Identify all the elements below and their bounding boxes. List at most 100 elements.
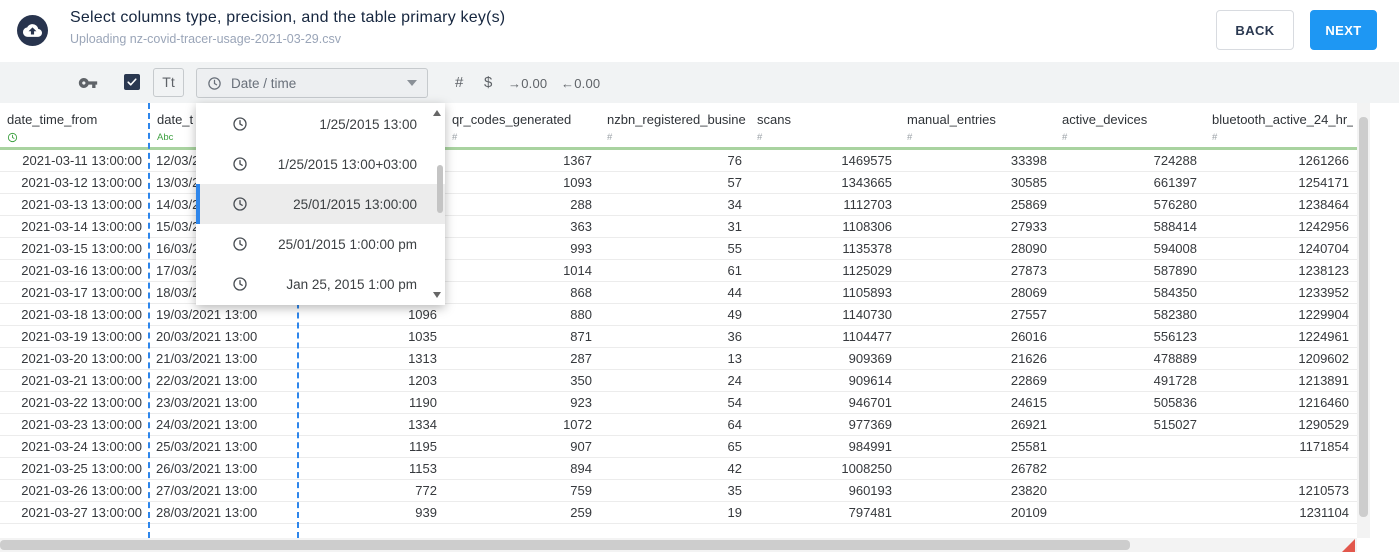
scroll-up-arrow-icon[interactable]: [433, 110, 441, 116]
text-type-button[interactable]: Tt: [153, 68, 184, 97]
table-cell: 1254171: [1298, 175, 1349, 190]
table-cell: 54: [727, 395, 742, 410]
column-header-scans[interactable]: scans #: [750, 103, 900, 150]
table-cell: 34: [727, 197, 742, 212]
currency-type-button[interactable]: $: [484, 74, 492, 91]
dropdown-item-label: Jan 25, 2015 1:00 pm: [286, 276, 417, 292]
table-cell: 1203: [408, 373, 437, 388]
table-cell: 22869: [1010, 373, 1047, 388]
table-cell: 1242956: [1298, 219, 1349, 234]
table-cell: 797481: [848, 505, 892, 520]
column-name: manual_entries: [907, 112, 996, 127]
column-header-bluetooth_active_24_hr_[interactable]: bluetooth_active_24_hr_ #: [1205, 103, 1357, 150]
table-cell: 907: [570, 439, 592, 454]
column-header-qr_codes_generated[interactable]: qr_codes_generated #: [445, 103, 600, 150]
dropdown-item[interactable]: 25/01/2015 1:00:00 pm: [196, 224, 445, 264]
table-cell: 587890: [1153, 263, 1197, 278]
table-cell: 44: [727, 285, 742, 300]
scroll-down-arrow-icon[interactable]: [433, 292, 441, 298]
table-row: 2021-03-19 13:00:00 20/03/2021 13:00 1035 8…: [0, 326, 1357, 348]
vertical-scrollbar-thumb[interactable]: [1359, 117, 1368, 517]
table-cell: 1108306: [842, 219, 892, 234]
back-button[interactable]: BACK: [1216, 10, 1294, 50]
table-cell: 1096: [408, 307, 437, 322]
increase-decimal-button[interactable]: →0.00: [508, 76, 547, 91]
upload-status: Uploading nz-covid-tracer-usage-2021-03-…: [70, 32, 341, 46]
table-cell: 1334: [408, 417, 437, 432]
table-cell: 27873: [1010, 263, 1047, 278]
horizontal-scrollbar[interactable]: [0, 538, 1357, 552]
table-cell: 515027: [1153, 417, 1197, 432]
table-cell: 1233952: [1298, 285, 1349, 300]
column-type-label: #: [907, 132, 913, 143]
vertical-scrollbar[interactable]: [1357, 103, 1370, 538]
table-cell: 909614: [848, 373, 892, 388]
table-cell: 21/03/2021 13:00: [156, 351, 258, 366]
table-cell: 2021-03-15 13:00:00: [21, 241, 142, 256]
table-cell: 2021-03-16 13:00:00: [21, 263, 142, 278]
table-cell: 350: [570, 373, 592, 388]
next-button[interactable]: NEXT: [1310, 10, 1377, 50]
number-type-button[interactable]: #: [455, 74, 463, 91]
primary-key-toggle[interactable]: [78, 73, 98, 93]
table-cell: 1231104: [1299, 505, 1349, 520]
table-cell: 27557: [1010, 307, 1047, 322]
table-cell: 880: [570, 307, 592, 322]
table-cell: 1367: [563, 153, 592, 168]
column-include-checkbox[interactable]: [124, 74, 140, 90]
column-header-active_devices[interactable]: active_devices #: [1055, 103, 1205, 150]
table-cell: 26/03/2021 13:00: [156, 461, 258, 476]
table-cell: 28090: [1010, 241, 1047, 256]
dropdown-scrollbar-thumb[interactable]: [437, 165, 443, 213]
table-cell: 26016: [1010, 329, 1047, 344]
table-cell: 65: [727, 439, 742, 454]
table-cell: 49: [727, 307, 742, 322]
table-cell: 2021-03-20 13:00:00: [21, 351, 142, 366]
table-cell: 1072: [563, 417, 592, 432]
table-cell: 1195: [409, 439, 437, 454]
table-cell: 26782: [1010, 461, 1047, 476]
upload-cloud-icon: [23, 24, 42, 37]
date-format-select[interactable]: Date / time: [196, 68, 428, 98]
horizontal-scrollbar-thumb[interactable]: [0, 540, 1130, 550]
table-cell: 2021-03-18 13:00:00: [21, 307, 142, 322]
topbar: Select columns type, precision, and the …: [0, 0, 1399, 62]
dropdown-item[interactable]: 25/01/2015 13:00:00: [196, 184, 445, 224]
table-cell: 2021-03-14 13:00:00: [21, 219, 142, 234]
table-cell: 2021-03-19 13:00:00: [21, 329, 142, 344]
table-cell: 594008: [1153, 241, 1197, 256]
table-cell: 27933: [1010, 219, 1047, 234]
corner-alert-triangle: [1342, 539, 1355, 552]
dropdown-item[interactable]: 1/25/2015 13:00+03:00: [196, 144, 445, 184]
table-cell: 76: [727, 153, 742, 168]
column-type-label: #: [1212, 132, 1218, 143]
table-cell: 1125029: [842, 263, 892, 278]
table-cell: 1313: [408, 351, 437, 366]
dropdown-item[interactable]: Jan 25, 2015 1:00 pm: [196, 264, 445, 304]
dropdown-item[interactable]: 1/25/2015 13:00: [196, 104, 445, 144]
table-cell: 1035: [408, 329, 437, 344]
table-row: 2021-03-25 13:00:00 26/03/2021 13:00 1153 8…: [0, 458, 1357, 480]
table-cell: 61: [727, 263, 742, 278]
table-cell: 33398: [1010, 153, 1047, 168]
column-name: bluetooth_active_24_hr_: [1212, 112, 1353, 127]
column-name: nzbn_registered_busine: [607, 112, 746, 127]
decrease-decimal-button[interactable]: ←0.00: [561, 76, 600, 91]
table-cell: 22/03/2021 13:00: [156, 373, 258, 388]
column-header-manual_entries[interactable]: manual_entries #: [900, 103, 1055, 150]
table-row: 2021-03-24 13:00:00 25/03/2021 13:00 1195 9…: [0, 436, 1357, 458]
table-cell: 28/03/2021 13:00: [156, 505, 258, 520]
dropdown-item-label: 25/01/2015 13:00:00: [293, 196, 417, 212]
date-format-value: Date / time: [231, 75, 297, 91]
table-cell: 25/03/2021 13:00: [156, 439, 258, 454]
clock-icon: [233, 197, 247, 211]
chevron-down-icon: [407, 80, 417, 86]
table-cell: 24: [727, 373, 742, 388]
table-row: 2021-03-22 13:00:00 23/03/2021 13:00 1190 9…: [0, 392, 1357, 414]
table-cell: [1055, 480, 1205, 501]
checkmark-icon: [127, 78, 137, 86]
column-header-date_time_from[interactable]: date_time_from: [0, 103, 150, 150]
table-row: 2021-03-26 13:00:00 27/03/2021 13:00 772 75…: [0, 480, 1357, 502]
column-header-nzbn_registered_busine[interactable]: nzbn_registered_busine #: [600, 103, 750, 150]
table-cell: 1224961: [1298, 329, 1349, 344]
